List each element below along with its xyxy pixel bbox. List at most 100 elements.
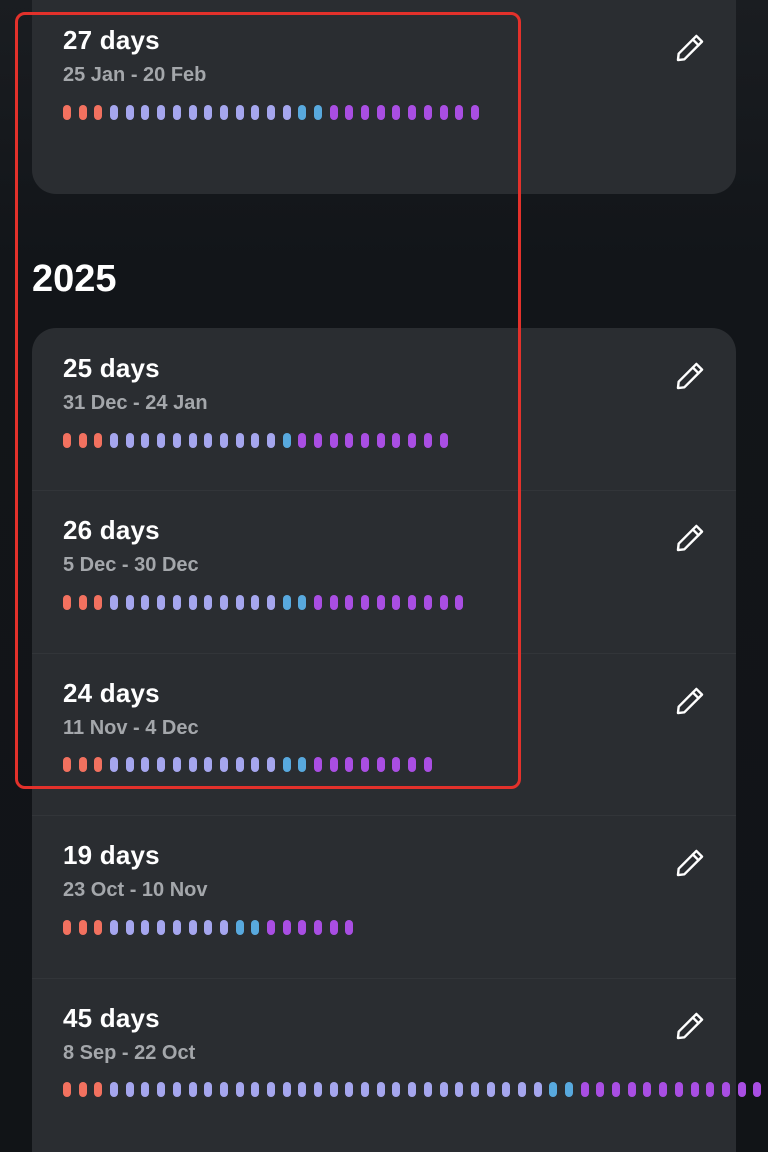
fertile-day-dot <box>549 1082 558 1098</box>
follicular-day-dot <box>125 757 134 773</box>
follicular-day-dot <box>188 1082 197 1098</box>
period-day-dot <box>63 757 71 773</box>
follicular-day-dot <box>110 1082 119 1098</box>
follicular-day-dot <box>188 594 197 610</box>
edit-cycle-button[interactable] <box>668 516 712 560</box>
luteal-day-dot <box>361 432 370 448</box>
cycle-length: 24 days <box>63 677 160 708</box>
luteal-day-dot <box>423 757 432 773</box>
luteal-day-dot <box>329 757 338 773</box>
period-day-dot <box>78 594 87 610</box>
follicular-day-dot <box>266 104 275 120</box>
pencil-icon <box>676 1012 704 1039</box>
period-day-dot <box>63 594 71 610</box>
follicular-day-dot <box>204 757 213 773</box>
period-day-dot <box>94 104 103 120</box>
follicular-day-dot <box>141 1082 150 1098</box>
follicular-day-dot <box>219 104 228 120</box>
cycle-date-range: 5 Dec - 30 Dec <box>63 554 199 577</box>
follicular-day-dot <box>141 919 150 935</box>
follicular-day-dot <box>470 1082 479 1098</box>
luteal-day-dot <box>361 594 370 610</box>
luteal-day-dot <box>329 594 338 610</box>
luteal-day-dot <box>376 104 385 120</box>
follicular-day-dot <box>188 432 197 448</box>
luteal-day-dot <box>423 594 432 610</box>
edit-cycle-button[interactable] <box>668 354 712 398</box>
luteal-day-dot <box>314 757 322 773</box>
luteal-day-dot <box>408 594 417 610</box>
follicular-day-dot <box>110 594 119 610</box>
follicular-day-dot <box>219 1082 228 1098</box>
follicular-day-dot <box>251 757 260 773</box>
luteal-day-dot <box>376 594 385 610</box>
follicular-day-dot <box>235 757 244 773</box>
luteal-day-dot <box>612 1082 621 1098</box>
cycle-phase-bar <box>63 1082 768 1098</box>
cycle-phase-bar <box>63 757 440 773</box>
cycle-history-card: 25 days 31 Dec - 24 Jan 26 days 5 Dec - 30 … <box>32 328 762 1152</box>
follicular-day-dot <box>423 1082 432 1098</box>
cycle-item[interactable]: 26 days 5 Dec - 30 Dec <box>32 490 736 652</box>
luteal-day-dot <box>329 919 338 935</box>
cycle-item[interactable]: 19 days 23 Oct - 10 Nov <box>32 815 736 977</box>
period-day-dot <box>63 919 71 935</box>
follicular-day-dot <box>314 1082 322 1098</box>
follicular-day-dot <box>157 1082 166 1098</box>
follicular-day-dot <box>251 594 260 610</box>
cycle-phase-bar <box>63 104 487 120</box>
cycle-date-range: 8 Sep - 22 Oct <box>63 1041 196 1064</box>
cycle-item[interactable]: 45 days 8 Sep - 22 Oct <box>32 977 762 1140</box>
luteal-day-dot <box>345 432 354 448</box>
follicular-day-dot <box>125 432 134 448</box>
luteal-day-dot <box>690 1082 699 1098</box>
follicular-day-dot <box>533 1082 542 1098</box>
luteal-day-dot <box>345 104 354 120</box>
follicular-day-dot <box>219 594 228 610</box>
edit-cycle-button[interactable] <box>668 26 712 70</box>
fertile-day-dot <box>298 757 307 773</box>
luteal-day-dot <box>329 104 338 120</box>
luteal-day-dot <box>470 104 479 120</box>
follicular-day-dot <box>110 432 119 448</box>
edit-cycle-button[interactable] <box>668 679 712 723</box>
cycle-item[interactable]: 25 days 31 Dec - 24 Jan <box>32 328 736 490</box>
follicular-day-dot <box>157 757 166 773</box>
follicular-day-dot <box>455 1082 464 1098</box>
edit-cycle-button[interactable] <box>668 841 712 885</box>
follicular-day-dot <box>266 594 275 610</box>
luteal-day-dot <box>408 104 417 120</box>
pencil-icon <box>676 34 704 62</box>
cycle-date-range: 25 Jan - 20 Feb <box>63 64 207 86</box>
follicular-day-dot <box>157 432 166 448</box>
luteal-day-dot <box>376 432 385 448</box>
pencil-icon <box>676 362 704 390</box>
fertile-day-dot <box>235 919 244 935</box>
follicular-day-dot <box>376 1082 385 1098</box>
edit-cycle-button[interactable] <box>668 1004 712 1048</box>
follicular-day-dot <box>125 104 134 120</box>
fertile-day-dot <box>565 1082 573 1098</box>
fertile-day-dot <box>314 104 322 120</box>
cycle-item[interactable]: 24 days 11 Nov - 4 Dec <box>32 652 736 815</box>
follicular-day-dot <box>392 1082 401 1098</box>
cycle-item[interactable]: 27 days 25 Jan - 20 Feb <box>32 0 736 162</box>
follicular-day-dot <box>172 594 181 610</box>
follicular-day-dot <box>235 1082 244 1098</box>
follicular-day-dot <box>125 1082 134 1098</box>
follicular-day-dot <box>235 594 244 610</box>
luteal-day-dot <box>266 919 275 935</box>
luteal-day-dot <box>737 1082 746 1098</box>
luteal-day-dot <box>392 432 401 448</box>
luteal-day-dot <box>345 919 354 935</box>
screen: 27 days 25 Jan - 20 Feb 2025 25 days 31 D… <box>0 0 768 1152</box>
follicular-day-dot <box>125 919 134 935</box>
luteal-day-dot <box>392 104 401 120</box>
follicular-day-dot <box>235 432 244 448</box>
follicular-day-dot <box>110 757 119 773</box>
follicular-day-dot <box>251 1082 260 1098</box>
follicular-day-dot <box>172 1082 181 1098</box>
follicular-day-dot <box>141 594 150 610</box>
follicular-day-dot <box>408 1082 417 1098</box>
follicular-day-dot <box>172 919 181 935</box>
